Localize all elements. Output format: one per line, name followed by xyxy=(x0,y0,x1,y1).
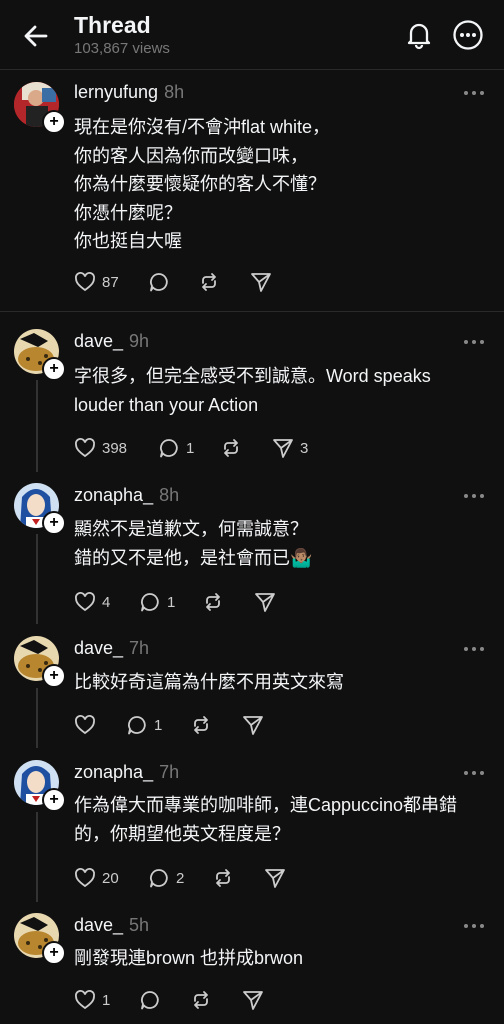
post-more-icon[interactable] xyxy=(462,88,486,98)
post-more-icon[interactable] xyxy=(462,921,486,931)
more-options-icon[interactable] xyxy=(452,19,484,51)
repost-button[interactable] xyxy=(190,989,212,1011)
comment-icon xyxy=(160,439,178,458)
share-button[interactable] xyxy=(264,867,286,889)
reply-count: 2 xyxy=(176,869,185,887)
post-more-icon[interactable] xyxy=(462,644,486,654)
reply-button[interactable]: 2 xyxy=(148,867,184,889)
view-count: 103,867 views xyxy=(74,40,170,57)
like-count: 87 xyxy=(102,273,119,291)
send-icon xyxy=(243,716,263,735)
like-button[interactable]: 4 xyxy=(74,591,110,613)
post-item[interactable]: + lernyufung 8h 現在是你沒有/不會沖flat white， 你的客… xyxy=(0,80,504,310)
post-more-icon[interactable] xyxy=(462,337,486,347)
post-divider xyxy=(0,311,504,312)
follow-plus-icon[interactable]: + xyxy=(42,357,66,381)
share-button[interactable]: 3 xyxy=(272,437,308,459)
post-text: 作為偉大而專業的咖啡師，連Cappuccino都串錯 的，你期望他英文程度是？ xyxy=(74,795,458,844)
heart-icon xyxy=(75,272,95,292)
bell-icon[interactable] xyxy=(404,20,434,50)
follow-plus-icon[interactable]: + xyxy=(42,664,66,688)
reply-button[interactable]: 1 xyxy=(126,714,162,736)
repost-button[interactable] xyxy=(190,714,212,736)
repost-button[interactable] xyxy=(198,271,220,293)
send-icon xyxy=(273,439,293,458)
follow-plus-icon[interactable]: + xyxy=(42,511,66,535)
repost-icon xyxy=(216,869,230,887)
header-divider xyxy=(0,69,504,70)
heart-icon xyxy=(75,868,95,888)
repost-button[interactable] xyxy=(212,867,234,889)
page-title: Thread xyxy=(74,12,151,38)
like-button[interactable]: 87 xyxy=(74,271,119,293)
share-button[interactable] xyxy=(242,714,264,736)
username[interactable]: lernyufung 8h xyxy=(74,82,184,103)
send-icon xyxy=(255,593,275,612)
shrug-emoji: 🤷🏽‍♂️ xyxy=(290,547,313,568)
repost-icon xyxy=(202,273,216,291)
post-more-icon[interactable] xyxy=(462,491,486,501)
share-count: 3 xyxy=(300,439,309,457)
username[interactable]: zonapha_ 7h xyxy=(74,762,179,783)
reply-button[interactable] xyxy=(139,989,161,1011)
reply-button[interactable] xyxy=(148,271,170,293)
heart-icon xyxy=(75,715,95,735)
repost-icon xyxy=(224,439,238,457)
post-item[interactable]: + dave_ 7h 比較好奇這篇為什麼不用英文來寫 1 xyxy=(0,634,504,744)
repost-icon xyxy=(206,593,220,611)
heart-icon xyxy=(75,592,95,612)
repost-icon xyxy=(194,991,208,1009)
comment-icon xyxy=(150,273,168,292)
heart-icon xyxy=(75,438,95,458)
like-count: 20 xyxy=(102,869,119,887)
post-item[interactable]: + zonapha_ 7h 作為偉大而專業的咖啡師，連Cappuccino都串錯 … xyxy=(0,758,504,898)
reply-count: 1 xyxy=(154,716,163,734)
share-button[interactable] xyxy=(254,591,276,613)
header: Thread 103,867 views xyxy=(0,0,504,70)
comment-icon xyxy=(141,991,159,1010)
comment-icon xyxy=(141,593,159,612)
like-count: 4 xyxy=(102,593,111,611)
like-button[interactable] xyxy=(74,714,96,736)
reply-button[interactable]: 1 xyxy=(158,437,194,459)
send-icon xyxy=(243,991,263,1010)
reply-count: 1 xyxy=(186,439,195,457)
like-count: 398 xyxy=(102,439,128,457)
post-text: 剛發現連brown 也拼成brwon xyxy=(74,948,304,968)
username[interactable]: zonapha_ 8h xyxy=(74,485,179,506)
reply-count: 1 xyxy=(167,593,176,611)
post-text: 顯然不是道歉文，何需誠意？ 錯的又不是他，是社會而已🤷🏽‍♂️ xyxy=(74,519,313,568)
follow-plus-icon[interactable]: + xyxy=(42,110,66,134)
like-button[interactable]: 20 xyxy=(74,867,119,889)
share-button[interactable] xyxy=(250,271,272,293)
follow-plus-icon[interactable]: + xyxy=(42,941,66,965)
post-item[interactable]: + dave_ 5h 剛發現連brown 也拼成brwon 1 xyxy=(0,911,504,1021)
post-text: 字很多，但完全感受不到誠意。Word speaks louder than yo… xyxy=(74,366,431,415)
like-count: 1 xyxy=(102,991,111,1009)
repost-button[interactable] xyxy=(220,437,242,459)
send-icon xyxy=(265,869,285,888)
heart-icon xyxy=(75,990,95,1010)
repost-button[interactable] xyxy=(202,591,224,613)
post-text: 比較好奇這篇為什麼不用英文來寫 xyxy=(74,672,344,692)
follow-plus-icon[interactable]: + xyxy=(42,788,66,812)
share-button[interactable] xyxy=(242,989,264,1011)
username[interactable]: dave_ 5h xyxy=(74,915,149,936)
post-item[interactable]: + dave_ 9h 字很多，但完全感受不到誠意。Word speaks loud… xyxy=(0,327,504,467)
comment-icon xyxy=(150,869,168,888)
repost-icon xyxy=(194,716,208,734)
like-button[interactable]: 398 xyxy=(74,437,127,459)
reply-button[interactable]: 1 xyxy=(139,591,175,613)
username[interactable]: dave_ 9h xyxy=(74,331,149,352)
username[interactable]: dave_ 7h xyxy=(74,638,149,659)
post-item[interactable]: + zonapha_ 8h 顯然不是道歉文，何需誠意？ 錯的又不是他，是社會而已🤷… xyxy=(0,481,504,621)
back-arrow-icon[interactable] xyxy=(22,22,50,50)
like-button[interactable]: 1 xyxy=(74,989,110,1011)
post-more-icon[interactable] xyxy=(462,768,486,778)
send-icon xyxy=(251,273,271,292)
comment-icon xyxy=(128,716,146,735)
post-text: 現在是你沒有/不會沖flat white， 你的客人因為你而改變口味， 你為什麼… xyxy=(74,117,331,251)
